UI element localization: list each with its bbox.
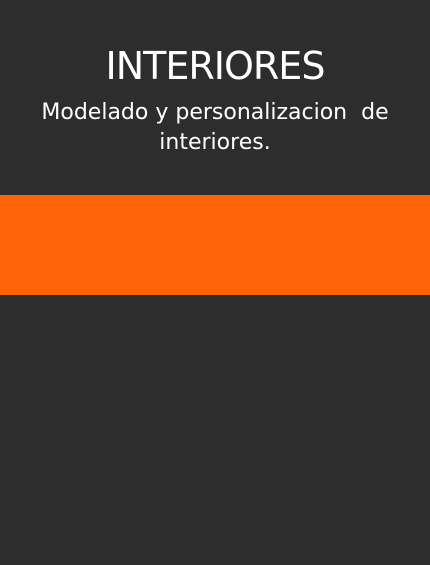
card-title: INTERIORES bbox=[105, 44, 326, 88]
accent-band bbox=[0, 195, 430, 295]
service-card[interactable]: INTERIORES Modelado y personalizacion de… bbox=[0, 0, 430, 565]
card-subtitle: Modelado y personalizacion de interiores… bbox=[41, 100, 396, 155]
